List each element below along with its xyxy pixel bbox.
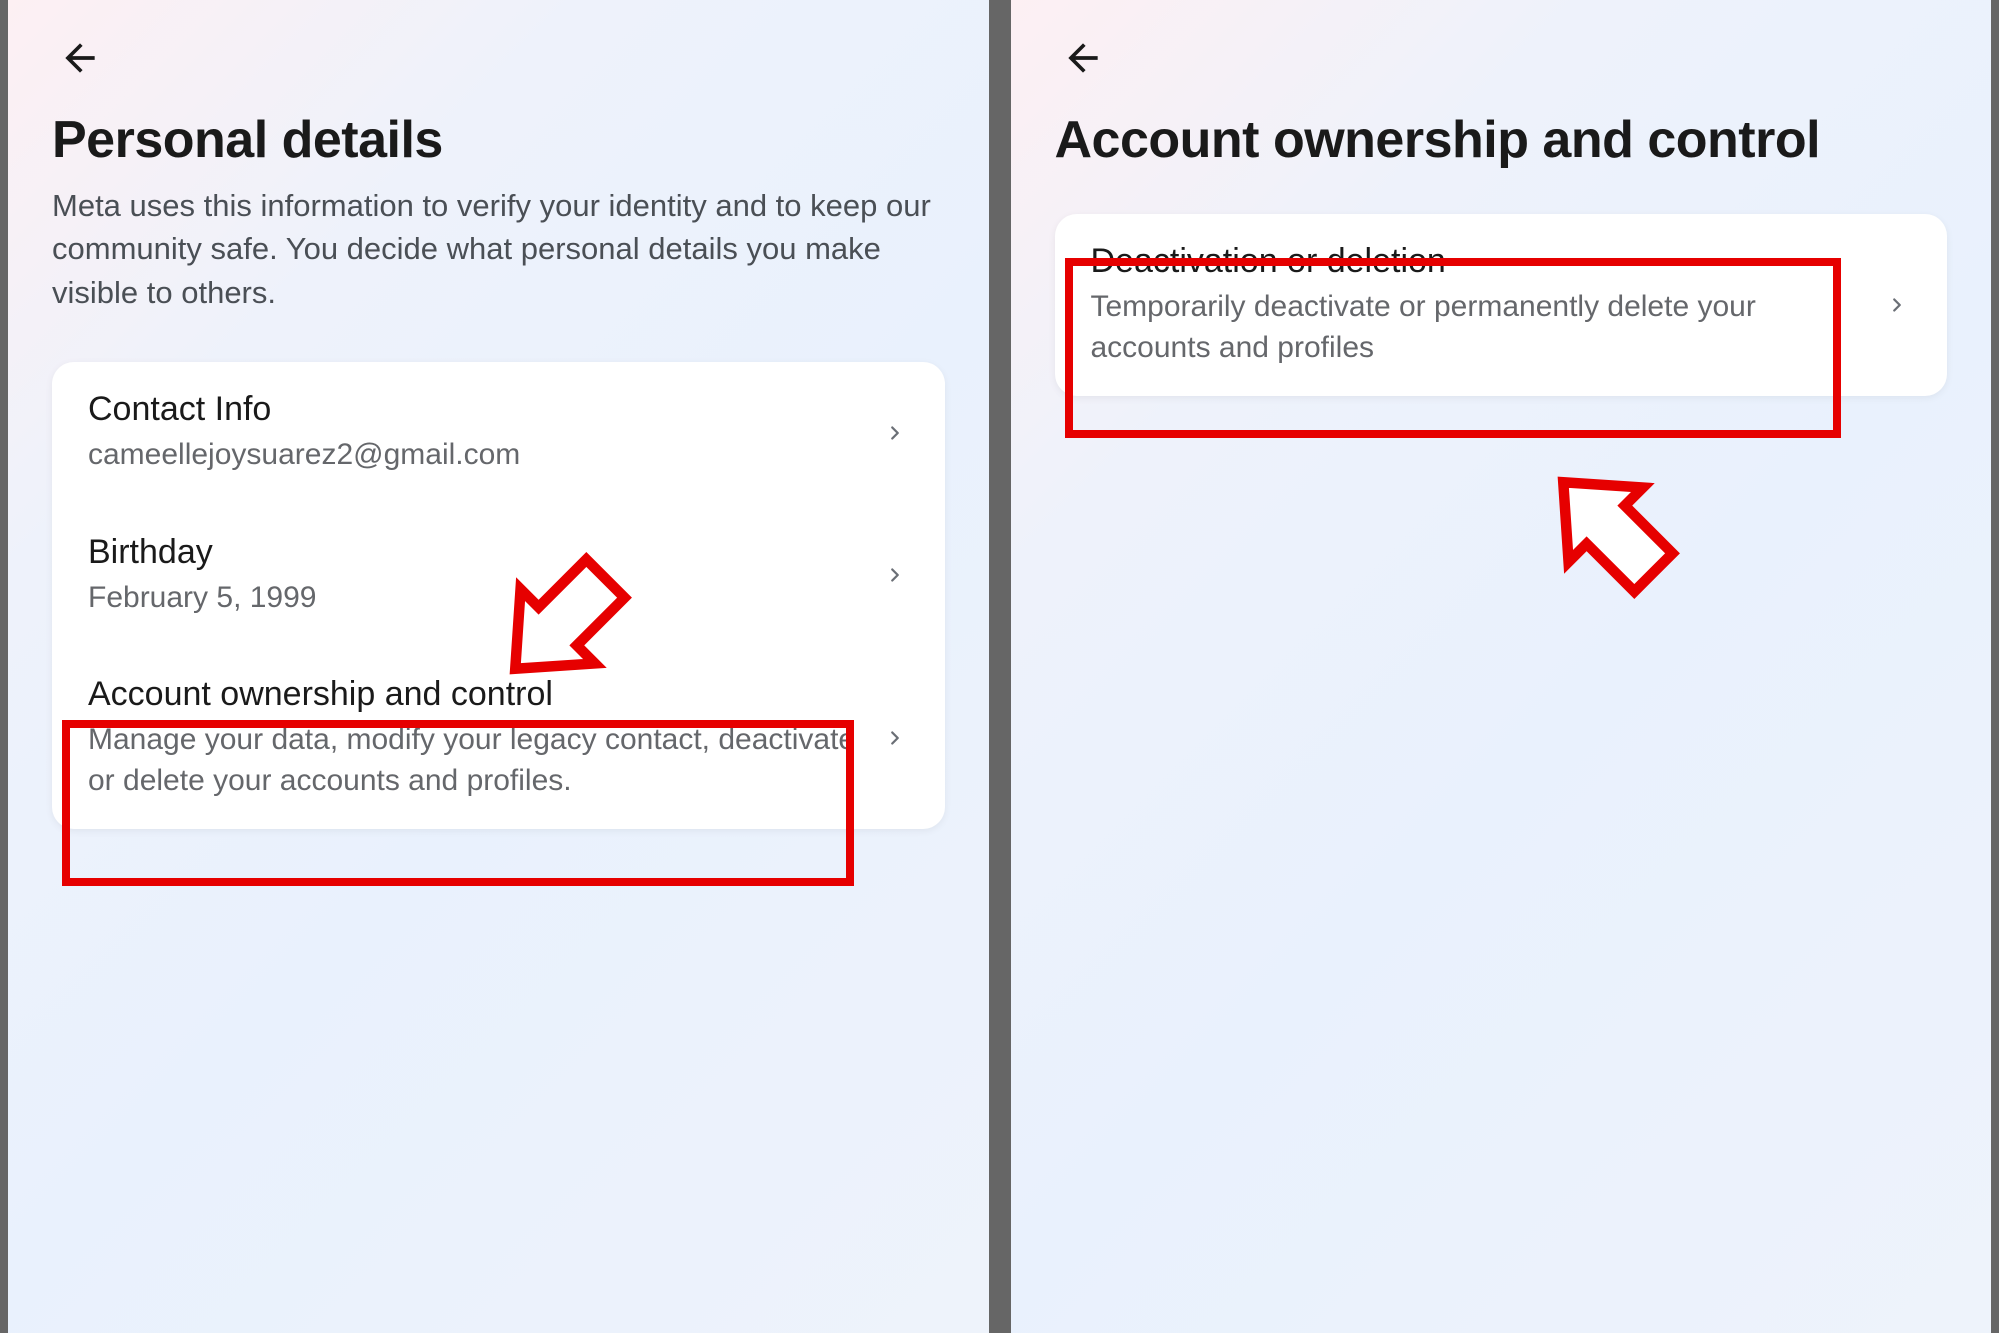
birthday-row[interactable]: Birthday February 5, 1999 [52, 505, 945, 647]
contact-info-value: cameellejoysuarez2@gmail.com [88, 435, 861, 476]
contact-info-row[interactable]: Contact Info cameellejoysuarez2@gmail.co… [52, 362, 945, 504]
page-description: Meta uses this information to verify you… [52, 184, 945, 314]
birthday-value: February 5, 1999 [88, 578, 861, 619]
back-button[interactable] [52, 30, 108, 86]
deactivation-row[interactable]: Deactivation or deletion Temporarily dea… [1055, 214, 1948, 396]
chevron-right-icon [881, 727, 909, 749]
contact-info-title: Contact Info [88, 390, 861, 429]
page-title: Account ownership and control [1055, 110, 1948, 170]
chevron-right-icon [1883, 294, 1911, 316]
details-card: Contact Info cameellejoysuarez2@gmail.co… [52, 362, 945, 829]
annotation-arrow-icon [1536, 455, 1686, 605]
chevron-right-icon [881, 422, 909, 444]
chevron-right-icon [881, 564, 909, 586]
account-ownership-title: Account ownership and control [88, 675, 861, 714]
account-ownership-screen: Account ownership and control Deactivati… [1011, 0, 1999, 1333]
panel-divider [989, 0, 1011, 1333]
account-ownership-sub: Manage your data, modify your legacy con… [88, 720, 861, 801]
arrow-left-icon [58, 36, 102, 80]
deactivation-title: Deactivation or deletion [1091, 242, 1864, 281]
deactivation-sub: Temporarily deactivate or permanently de… [1091, 287, 1864, 368]
personal-details-screen: Personal details Meta uses this informat… [0, 0, 989, 1333]
birthday-title: Birthday [88, 533, 861, 572]
ownership-card: Deactivation or deletion Temporarily dea… [1055, 214, 1948, 396]
back-button[interactable] [1055, 30, 1111, 86]
account-ownership-row[interactable]: Account ownership and control Manage you… [52, 647, 945, 829]
page-title: Personal details [52, 110, 945, 170]
arrow-left-icon [1061, 36, 1105, 80]
